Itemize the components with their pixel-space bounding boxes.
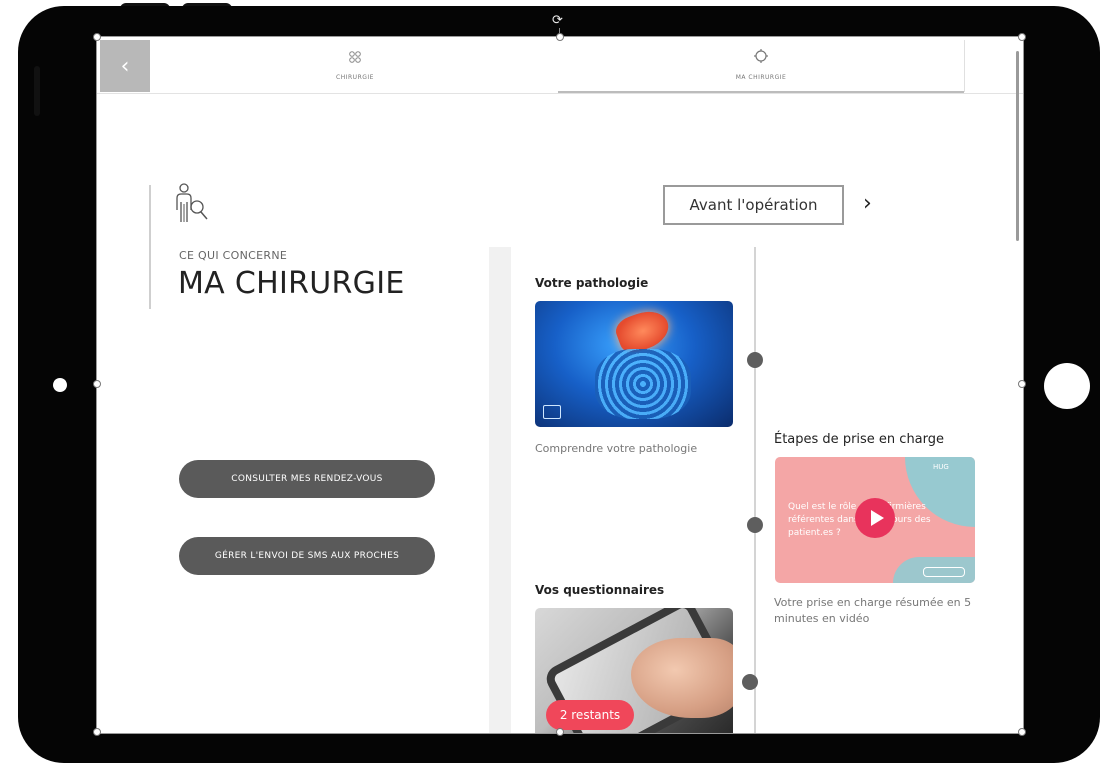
steps-caption[interactable]: Votre prise en charge résumée en 5 minut… bbox=[774, 595, 974, 627]
intestine-illustration bbox=[595, 349, 691, 419]
page-title: MA CHIRURGIE bbox=[178, 266, 405, 301]
home-button[interactable] bbox=[1044, 363, 1090, 409]
resize-handle[interactable] bbox=[556, 33, 564, 41]
patient-search-icon bbox=[173, 182, 213, 224]
tab-label: MA CHIRURGIE bbox=[735, 73, 787, 81]
pathology-image[interactable] bbox=[535, 301, 733, 427]
tab-chirurgie[interactable]: CHIRURGIE bbox=[152, 37, 558, 93]
resize-handle[interactable] bbox=[1018, 380, 1026, 388]
timeline-dot bbox=[747, 352, 763, 368]
hug-logo: HUG bbox=[933, 463, 949, 471]
subtitles-icon bbox=[543, 405, 561, 419]
resize-handle[interactable] bbox=[556, 728, 564, 736]
chevron-left-icon: ‹ bbox=[120, 53, 130, 79]
resize-handle[interactable] bbox=[93, 33, 101, 41]
toolbar-slot bbox=[964, 40, 1017, 92]
timeline-dot bbox=[742, 674, 758, 690]
resize-handle[interactable] bbox=[93, 380, 101, 388]
app-screen: ‹ CHIRURGIE MA CHIRURGIE CE QUI CONCERNE… bbox=[97, 37, 1023, 733]
stage-selector-button[interactable]: Avant l'opération bbox=[663, 185, 844, 225]
camera-dot bbox=[53, 378, 67, 392]
tab-ma-chirurgie[interactable]: MA CHIRURGIE bbox=[558, 37, 964, 93]
steps-title: Étapes de prise en charge bbox=[774, 432, 945, 447]
rotate-handle-icon[interactable]: ⟳ bbox=[552, 13, 563, 28]
side-button bbox=[34, 66, 40, 116]
play-button[interactable] bbox=[855, 498, 895, 538]
chevron-right-icon[interactable]: › bbox=[863, 191, 872, 216]
accent-line bbox=[149, 185, 151, 309]
timeline-dot bbox=[747, 517, 763, 533]
play-icon bbox=[870, 510, 884, 526]
remaining-badge: 2 restants bbox=[546, 700, 634, 730]
manage-sms-button[interactable]: GÉRER L'ENVOI DE SMS AUX PROCHES bbox=[179, 537, 435, 575]
target-icon bbox=[753, 48, 769, 68]
timeline-line bbox=[754, 247, 756, 733]
steps-video[interactable]: HUG Quel est le rôle des infirmières réf… bbox=[775, 457, 975, 583]
column-divider bbox=[489, 247, 511, 733]
section-eyebrow: CE QUI CONCERNE bbox=[179, 249, 288, 262]
questionnaires-title: Vos questionnaires bbox=[535, 583, 665, 597]
pathology-title: Votre pathologie bbox=[535, 276, 649, 290]
video-tag bbox=[923, 567, 965, 577]
pathology-caption[interactable]: Comprendre votre pathologie bbox=[535, 441, 697, 457]
back-button[interactable]: ‹ bbox=[100, 40, 150, 92]
molecule-icon bbox=[348, 50, 362, 68]
resize-handle[interactable] bbox=[1018, 728, 1026, 736]
resize-handle[interactable] bbox=[1018, 33, 1026, 41]
consult-appointments-button[interactable]: CONSULTER MES RENDEZ-VOUS bbox=[179, 460, 435, 498]
scrollbar[interactable] bbox=[1016, 51, 1019, 241]
resize-handle[interactable] bbox=[93, 728, 101, 736]
tab-label: CHIRURGIE bbox=[336, 73, 374, 81]
top-navigation: ‹ CHIRURGIE MA CHIRURGIE bbox=[97, 37, 1023, 94]
